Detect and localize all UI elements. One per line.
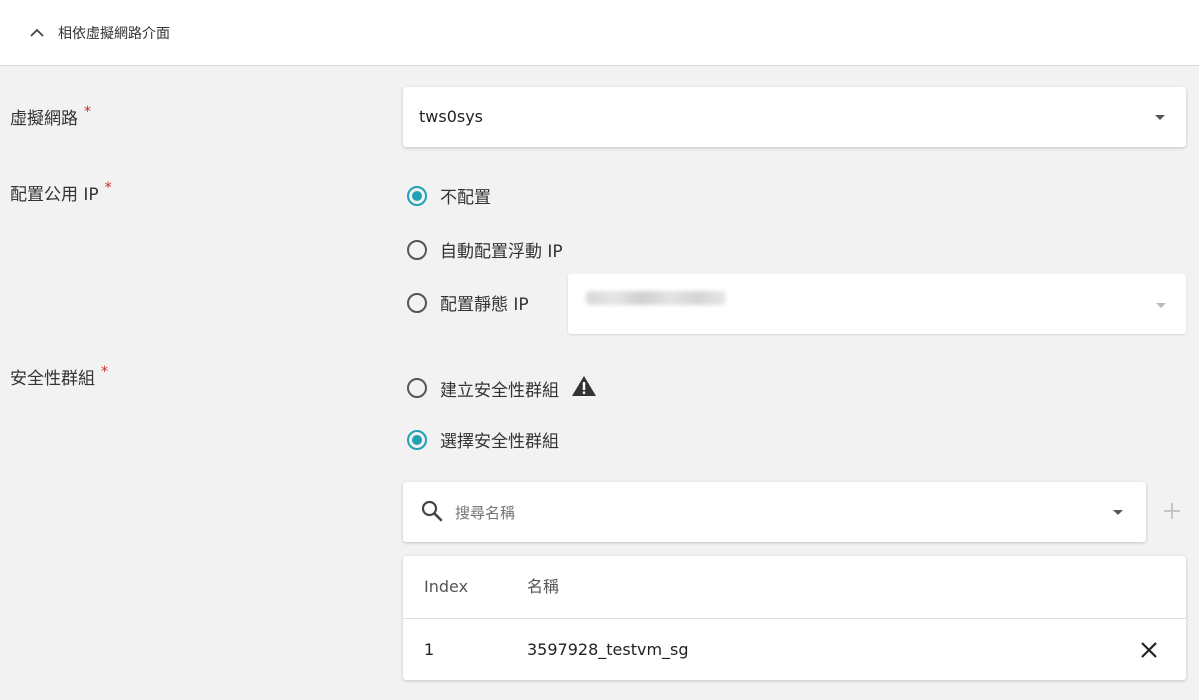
column-header-name: 名稱 [527, 577, 560, 596]
public-ip-label: 配置公用 IP * [10, 180, 112, 205]
radio-create-security-group[interactable]: 建立安全性群組 [407, 375, 597, 401]
required-mark: * [84, 104, 91, 120]
dropdown-caret-icon [1156, 303, 1166, 308]
add-icon[interactable] [1162, 501, 1182, 525]
search-icon [421, 500, 443, 526]
radio-checked-icon [407, 185, 427, 206]
public-ip-label-text: 配置公用 IP [10, 185, 99, 205]
radio-static-ip[interactable]: 配置靜態 IP [407, 290, 529, 315]
warning-icon[interactable] [571, 375, 597, 401]
radio-select-security-group[interactable]: 選擇安全性群組 [407, 427, 559, 452]
radio-floating-ip[interactable]: 自動配置浮動 IP [407, 237, 563, 262]
section-header-toggle[interactable]: 相依虛擬網路介面 [0, 0, 1199, 66]
section-title: 相依虛擬網路介面 [58, 25, 170, 42]
radio-no-public-ip[interactable]: 不配置 [407, 183, 491, 208]
static-ip-select[interactable] [568, 274, 1186, 334]
close-icon[interactable] [1140, 641, 1158, 663]
radio-unchecked-icon [407, 292, 427, 313]
chevron-up-icon [30, 28, 44, 37]
network-select[interactable]: tws0sys [403, 87, 1186, 147]
obscured-ip-value [586, 291, 726, 305]
dropdown-caret-icon [1113, 510, 1123, 515]
search-input[interactable] [453, 497, 1057, 529]
radio-unchecked-icon [407, 239, 427, 260]
radio-label: 建立安全性群組 [440, 380, 559, 401]
row-name: 3597928_testvm_sg [527, 640, 689, 659]
radio-unchecked-icon [407, 378, 427, 398]
column-header-index: Index [424, 577, 469, 596]
radio-label: 選擇安全性群組 [440, 432, 559, 452]
table-row: 1 3597928_testvm_sg [403, 619, 1186, 680]
security-group-table: Index 名稱 1 3597928_testvm_sg [403, 556, 1186, 680]
network-select-value: tws0sys [419, 107, 484, 126]
radio-label: 不配置 [440, 188, 491, 208]
table-header: Index 名稱 [403, 556, 1186, 619]
security-group-search[interactable] [403, 482, 1146, 542]
security-group-label-text: 安全性群組 [10, 369, 95, 389]
network-label-text: 虛擬網路 [10, 109, 78, 129]
row-index: 1 [424, 640, 435, 659]
required-mark: * [101, 364, 108, 380]
radio-label: 自動配置浮動 IP [440, 242, 563, 262]
dropdown-caret-icon [1155, 115, 1165, 120]
radio-label: 配置靜態 IP [440, 295, 529, 315]
network-label: 虛擬網路 * [10, 104, 91, 129]
radio-checked-icon [407, 429, 427, 450]
required-mark: * [104, 180, 112, 196]
security-group-label: 安全性群組 * [10, 364, 108, 389]
